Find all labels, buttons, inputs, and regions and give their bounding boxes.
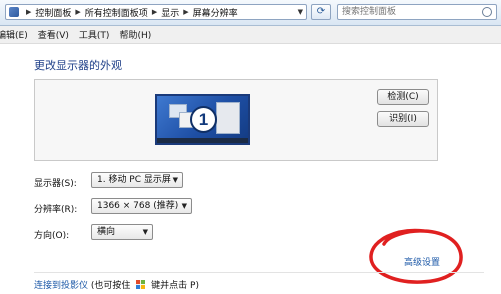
menu-help[interactable]: 帮助(H) <box>119 28 151 41</box>
menu-view[interactable]: 查看(V) <box>38 28 69 41</box>
display-label: 显示器(S): <box>34 179 77 189</box>
breadcrumb-display[interactable]: 显示 <box>161 6 179 19</box>
monitor-thumbnail[interactable]: 1 <box>155 94 250 145</box>
refresh-button[interactable]: ⟳ <box>311 4 331 20</box>
breadcrumb-control-panel[interactable]: 控制面板 <box>35 6 71 19</box>
window-thumbnail <box>216 102 240 134</box>
advanced-settings-link[interactable]: 高级设置 <box>404 255 440 268</box>
page-title: 更改显示器的外观 <box>34 59 122 72</box>
chevron-right-icon[interactable]: ▶ <box>75 8 80 16</box>
resolution-select-value: 1366 × 768 (推荐) <box>97 201 179 211</box>
chevron-down-icon: ▼ <box>172 176 178 184</box>
menu-bar: 编辑(E) 查看(V) 工具(T) 帮助(H) <box>0 26 501 44</box>
projector-hint: 连接到投影仪 (也可按住 键并点击 P) <box>34 278 199 291</box>
hint-text-after: 键并点击 P) <box>151 281 199 291</box>
connect-projector-link[interactable]: 连接到投影仪 <box>34 281 88 291</box>
windows-logo-icon <box>136 280 146 289</box>
control-panel-icon <box>9 7 19 17</box>
taskbar-thumbnail <box>157 138 248 143</box>
chevron-right-icon[interactable]: ▶ <box>152 8 157 16</box>
orientation-label: 方向(O): <box>34 231 70 241</box>
search-box[interactable] <box>337 4 497 20</box>
menu-edit[interactable]: 编辑(E) <box>0 28 28 41</box>
search-icon[interactable] <box>482 7 492 17</box>
menu-tools[interactable]: 工具(T) <box>79 28 110 41</box>
orientation-select-value: 横向 <box>97 227 116 237</box>
chevron-down-icon: ▼ <box>181 202 187 210</box>
resolution-label: 分辨率(R): <box>34 205 78 215</box>
hint-text-before: (也可按住 <box>90 281 131 291</box>
search-input[interactable] <box>342 6 472 18</box>
address-bar: ▶ 控制面板 ▶ 所有控制面板项 ▶ 显示 ▶ 屏幕分辨率 ▼ ⟳ <box>0 0 501 26</box>
chevron-right-icon[interactable]: ▶ <box>183 8 188 16</box>
chevron-right-icon[interactable]: ▶ <box>26 8 31 16</box>
detect-button[interactable]: 检测(C) <box>377 89 429 105</box>
display-select[interactable]: 1. 移动 PC 显示屏 ▼ <box>91 172 183 188</box>
divider <box>34 272 484 273</box>
breadcrumb-all-items[interactable]: 所有控制面板项 <box>85 6 148 19</box>
display-select-value: 1. 移动 PC 显示屏 <box>97 175 171 185</box>
address-dropdown-icon[interactable]: ▼ <box>298 8 303 16</box>
refresh-icon: ⟳ <box>316 6 326 17</box>
orientation-select[interactable]: 横向 ▼ <box>91 224 153 240</box>
breadcrumb[interactable]: ▶ 控制面板 ▶ 所有控制面板项 ▶ 显示 ▶ 屏幕分辨率 ▼ <box>5 4 307 20</box>
chevron-down-icon: ▼ <box>142 228 148 236</box>
resolution-select[interactable]: 1366 × 768 (推荐) ▼ <box>91 198 192 214</box>
identify-button[interactable]: 识别(I) <box>377 111 429 127</box>
monitor-number-badge: 1 <box>190 106 217 133</box>
breadcrumb-screen-resolution[interactable]: 屏幕分辨率 <box>193 6 238 19</box>
